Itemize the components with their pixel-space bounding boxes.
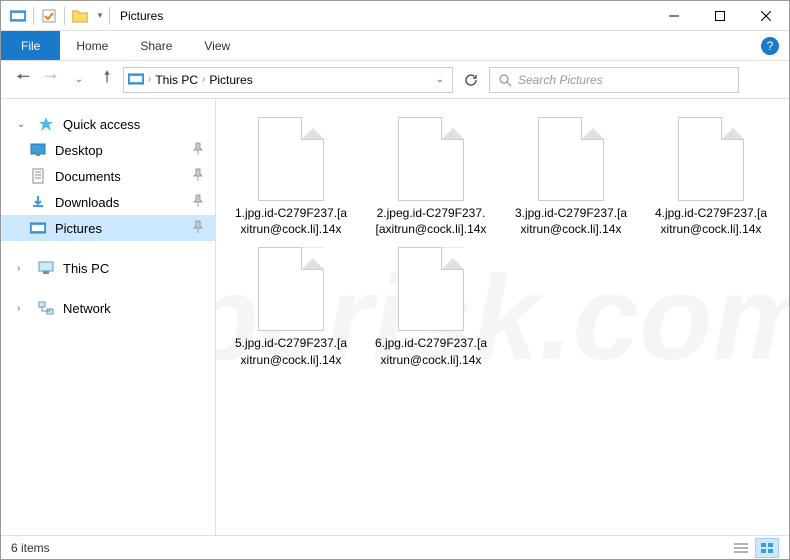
breadcrumb[interactable]: › This PC › Pictures ⌄ [123,67,453,93]
file-item[interactable]: 3.jpg.id-C279F237.[axitrun@cock.li].14x [508,117,634,239]
file-item[interactable]: 2.jpeg.id-C279F237.[axitrun@cock.li].14x [368,117,494,239]
blank-file-icon [538,117,604,201]
navigation-bar: 🠔 🠖 ⌄ 🠕 › This PC › Pictures ⌄ [1,61,789,99]
file-name: 6.jpg.id-C279F237.[axitrun@cock.li].14x [368,333,494,369]
pin-icon [193,142,203,159]
quick-access-toolbar: ▾ [1,5,107,27]
search-icon [498,73,512,87]
dropdown-icon[interactable]: ▾ [93,5,107,27]
sidebar-item-downloads[interactable]: Downloads [1,189,215,215]
refresh-button[interactable] [457,67,485,93]
breadcrumb-this-pc[interactable]: This PC [155,73,198,87]
blank-file-icon [258,247,324,331]
blank-file-icon [398,117,464,201]
tab-share[interactable]: Share [124,31,188,60]
caret-icon: › [17,263,29,274]
folder-type-icon [7,5,29,27]
breadcrumb-dropdown[interactable]: ⌄ [436,74,448,85]
main-area: ⌄ Quick access Desktop Documents Downloa… [1,99,789,537]
documents-icon [29,167,47,185]
forward-button[interactable]: 🠖 [39,68,63,92]
content-area[interactable]: pcrisk.com 1.jpg.id-C279F237.[axitrun@co… [216,99,789,537]
desktop-icon [29,141,47,159]
sidebar-quick-access[interactable]: ⌄ Quick access [1,111,215,137]
item-count: 6 items [11,541,50,555]
network-icon [37,299,55,317]
sidebar-item-documents[interactable]: Documents [1,163,215,189]
file-name: 2.jpeg.id-C279F237.[axitrun@cock.li].14x [368,203,494,239]
help-button[interactable]: ? [761,37,779,55]
pictures-icon [29,219,47,237]
caret-icon: ⌄ [17,119,29,130]
details-view-button[interactable] [729,538,753,558]
tab-home[interactable]: Home [60,31,124,60]
window-title: Pictures [120,9,163,23]
star-icon [37,115,55,133]
file-tab[interactable]: File [1,31,60,60]
pictures-location-icon [128,72,144,88]
search-input[interactable] [518,73,730,87]
close-button[interactable] [743,1,789,31]
breadcrumb-pictures[interactable]: Pictures [209,73,252,87]
file-name: 3.jpg.id-C279F237.[axitrun@cock.li].14x [508,203,634,239]
title-bar: ▾ Pictures [1,1,789,31]
sidebar-label: Quick access [63,117,140,132]
sidebar-label: This PC [63,261,109,276]
search-box[interactable] [489,67,739,93]
folder-icon[interactable] [69,5,91,27]
pin-icon [193,168,203,185]
sidebar-label: Pictures [55,221,102,236]
downloads-icon [29,193,47,211]
computer-icon [37,259,55,277]
sidebar-label: Documents [55,169,121,184]
file-item[interactable]: 4.jpg.id-C279F237.[axitrun@cock.li].14x [648,117,774,239]
caret-icon: › [17,303,29,314]
minimize-button[interactable] [651,1,697,31]
pin-icon [193,194,203,211]
file-name: 1.jpg.id-C279F237.[axitrun@cock.li].14x [228,203,354,239]
sidebar-label: Network [63,301,111,316]
properties-icon[interactable] [38,5,60,27]
maximize-button[interactable] [697,1,743,31]
blank-file-icon [398,247,464,331]
sidebar-label: Downloads [55,195,119,210]
file-name: 5.jpg.id-C279F237.[axitrun@cock.li].14x [228,333,354,369]
ribbon: File Home Share View ? [1,31,789,61]
window-controls [651,1,789,31]
back-button[interactable]: 🠔 [11,68,35,92]
up-button[interactable]: 🠕 [95,68,119,92]
tab-view[interactable]: View [188,31,246,60]
recent-dropdown[interactable]: ⌄ [67,68,91,92]
pin-icon [193,220,203,237]
chevron-right-icon[interactable]: › [148,74,151,85]
view-buttons [729,538,779,558]
sidebar-network[interactable]: › Network [1,295,215,321]
sidebar: ⌄ Quick access Desktop Documents Downloa… [1,99,216,537]
chevron-right-icon[interactable]: › [202,74,205,85]
sidebar-this-pc[interactable]: › This PC [1,255,215,281]
file-grid: 1.jpg.id-C279F237.[axitrun@cock.li].14x 2… [228,117,777,370]
sidebar-item-desktop[interactable]: Desktop [1,137,215,163]
blank-file-icon [258,117,324,201]
blank-file-icon [678,117,744,201]
sidebar-label: Desktop [55,143,103,158]
status-bar: 6 items [1,535,789,559]
file-name: 4.jpg.id-C279F237.[axitrun@cock.li].14x [648,203,774,239]
icons-view-button[interactable] [755,538,779,558]
file-item[interactable]: 6.jpg.id-C279F237.[axitrun@cock.li].14x [368,247,494,369]
file-item[interactable]: 5.jpg.id-C279F237.[axitrun@cock.li].14x [228,247,354,369]
file-item[interactable]: 1.jpg.id-C279F237.[axitrun@cock.li].14x [228,117,354,239]
sidebar-item-pictures[interactable]: Pictures [1,215,215,241]
